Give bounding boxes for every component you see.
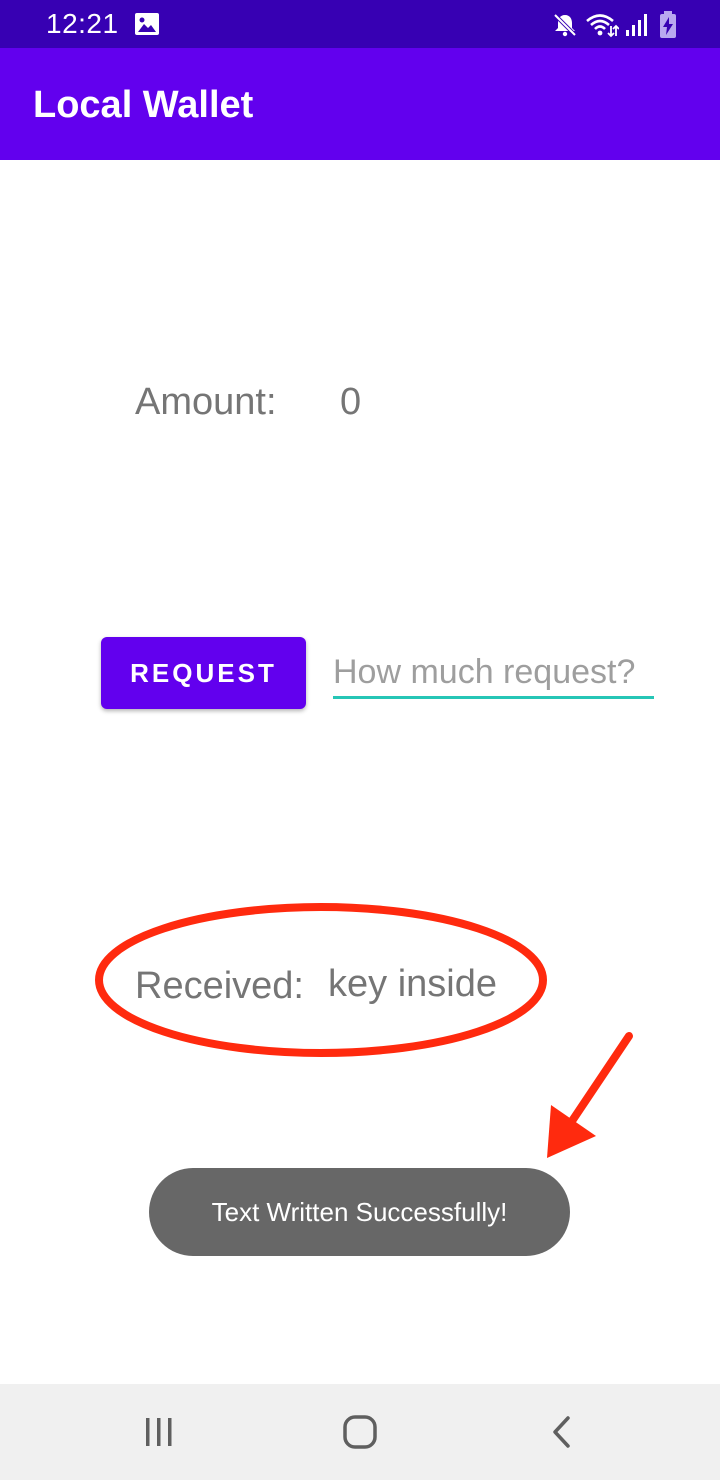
annotation-arrow-icon bbox=[547, 1032, 633, 1158]
request-amount-input[interactable] bbox=[333, 648, 654, 699]
navigation-bar bbox=[0, 1384, 720, 1480]
battery-charging-icon bbox=[660, 11, 676, 38]
status-bar: 12:21 bbox=[0, 0, 720, 48]
request-button[interactable]: REQUEST bbox=[101, 637, 306, 709]
status-time: 12:21 bbox=[46, 8, 119, 39]
back-icon[interactable] bbox=[532, 1402, 592, 1462]
mute-icon bbox=[553, 13, 577, 37]
app-title: Local Wallet bbox=[33, 84, 254, 126]
amount-label: Amount: bbox=[135, 381, 277, 423]
wifi-icon bbox=[586, 14, 619, 38]
image-icon bbox=[135, 13, 159, 35]
amount-value: 0 bbox=[340, 381, 362, 423]
received-label: Received: bbox=[135, 965, 304, 1007]
signal-icon bbox=[626, 14, 647, 36]
home-icon[interactable] bbox=[330, 1402, 390, 1462]
annotation-overlay bbox=[95, 903, 633, 1158]
received-value: key inside bbox=[328, 963, 497, 1005]
recent-apps-icon[interactable] bbox=[129, 1402, 189, 1462]
toast-message: Text Written Successfully! bbox=[149, 1168, 570, 1256]
app-bar: Local Wallet bbox=[0, 48, 720, 160]
